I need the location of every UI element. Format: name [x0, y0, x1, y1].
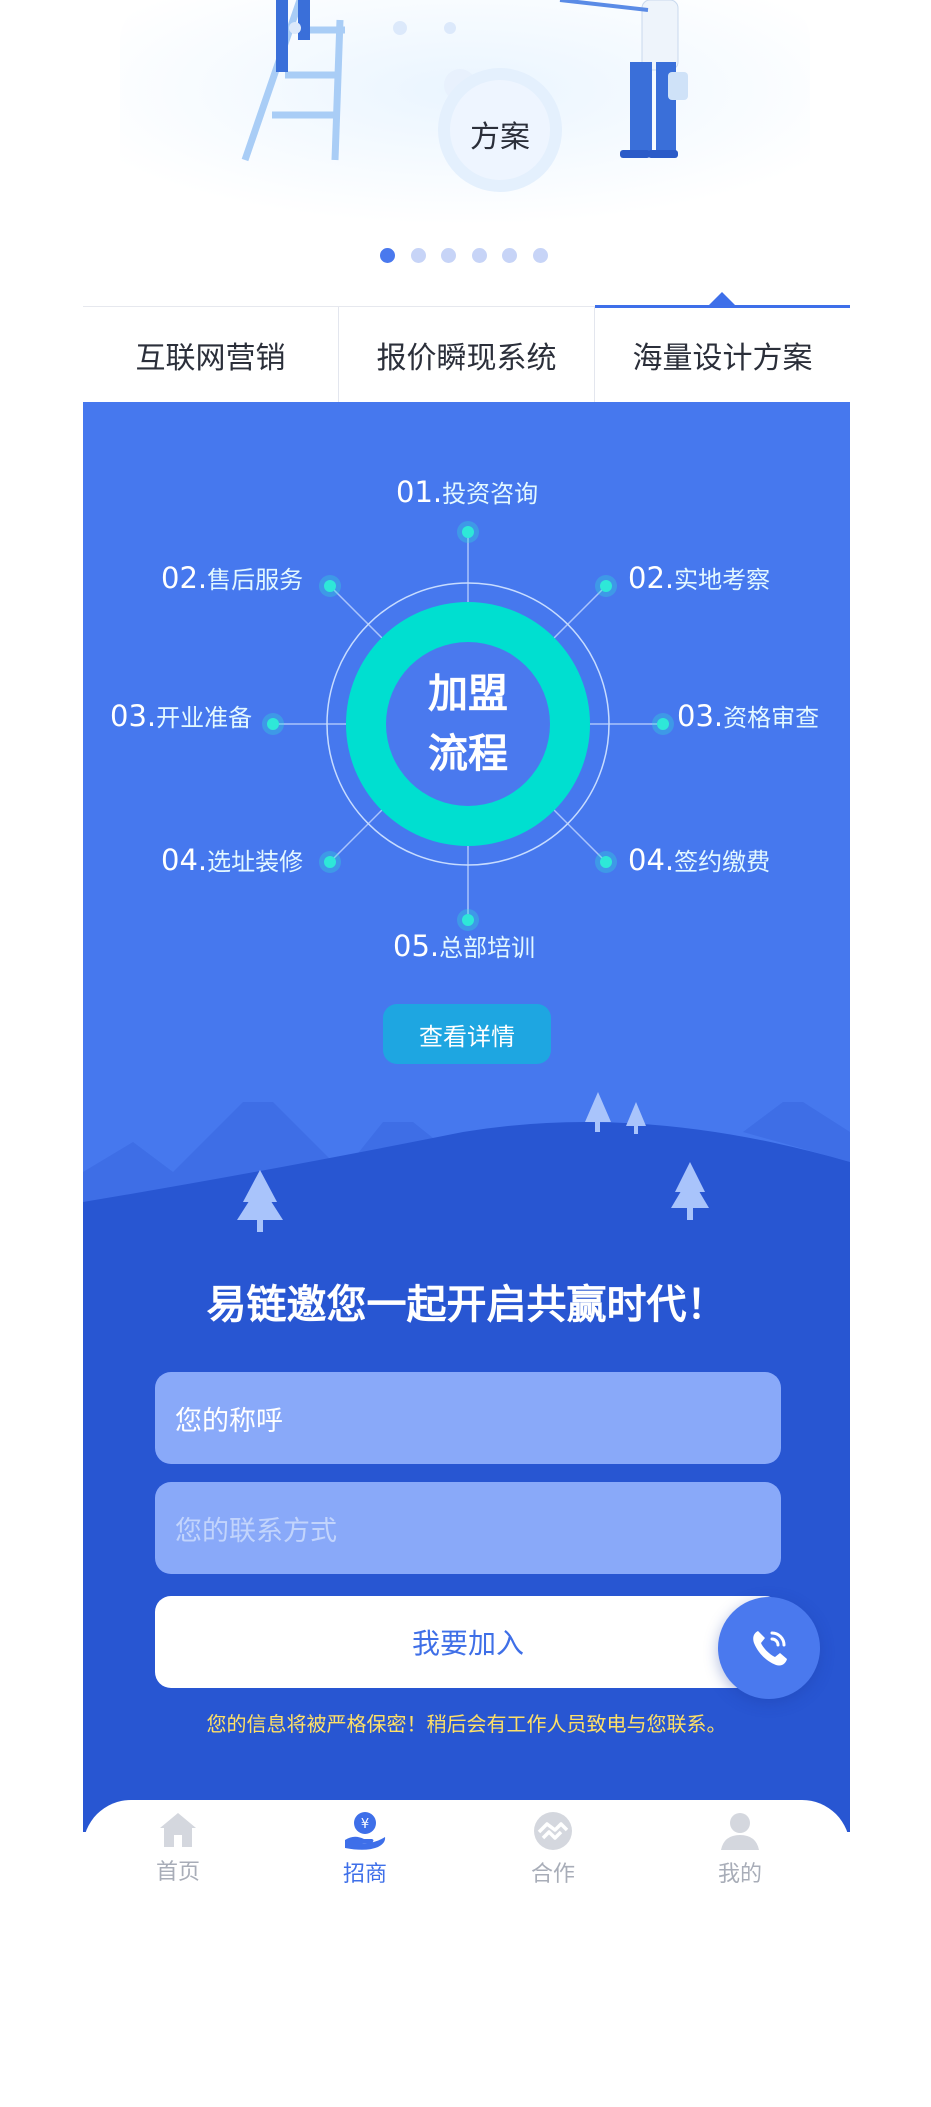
step-number: 02.: [161, 561, 208, 595]
svg-text:¥: ¥: [361, 1817, 369, 1832]
tab-label: 互联网营销: [135, 341, 286, 376]
feature-tabs: 互联网营销 报价瞬现系统 海量设计方案: [83, 292, 850, 403]
nav-label: 合作: [530, 1862, 575, 1887]
banner-caption: 方案: [470, 120, 530, 155]
nav-label: 我的: [717, 1862, 762, 1887]
process-step-after-sales: 02.售后服务: [161, 560, 303, 595]
contact-field-placeholder: 您的联系方式: [175, 1515, 337, 1547]
call-button[interactable]: [718, 1597, 820, 1699]
nav-cooperation[interactable]: 合作: [493, 1810, 613, 1888]
tab-active-arrow: [708, 292, 736, 306]
carousel-dot[interactable]: [441, 248, 456, 263]
step-text: 选址装修: [207, 848, 304, 876]
step-number: 04.: [161, 843, 208, 877]
step-text: 总部培训: [439, 934, 536, 962]
center-title-line1: 加盟: [428, 671, 508, 717]
tab-internet-marketing[interactable]: 互联网营销: [83, 307, 338, 403]
handshake-icon: [534, 1812, 572, 1850]
carousel-dot[interactable]: [533, 248, 548, 263]
nav-label: 首页: [155, 1860, 200, 1885]
join-button[interactable]: 我要加入: [155, 1596, 781, 1688]
process-step-site-visit: 02.实地考察: [628, 560, 770, 595]
step-number: 02.: [628, 561, 675, 595]
step-number: 01.: [396, 475, 443, 509]
step-text: 开业准备: [156, 704, 253, 732]
process-step-site-selection: 04.选址装修: [161, 842, 303, 877]
phone-icon: [753, 1631, 787, 1666]
carousel-dots: [380, 248, 560, 263]
step-number: 04.: [628, 843, 675, 877]
name-field-value: 您的称呼: [175, 1405, 283, 1437]
step-number: 03.: [677, 699, 724, 733]
carousel-dot[interactable]: [502, 248, 517, 263]
step-text: 投资咨询: [442, 480, 539, 508]
carousel-dot[interactable]: [472, 248, 487, 263]
step-text: 售后服务: [207, 566, 304, 594]
yen-hand-icon: ¥: [345, 1812, 386, 1850]
user-icon: [721, 1813, 759, 1850]
tab-label: 海量设计方案: [632, 341, 813, 376]
view-details-button[interactable]: 查看详情: [383, 1004, 551, 1064]
invite-title: 易链邀您一起开启共赢时代！: [206, 1282, 727, 1328]
tab-label: 报价瞬现系统: [376, 341, 557, 376]
step-number: 05.: [393, 929, 440, 963]
privacy-note: 您的信息将被严格保密！稍后会有工作人员致电与您联系。: [206, 1712, 727, 1736]
nav-investment[interactable]: ¥ 招商: [305, 1810, 425, 1888]
process-step-qualification-review: 03.资格审查: [677, 698, 819, 733]
carousel-dot[interactable]: [411, 248, 426, 263]
process-step-sign-and-pay: 04.签约缴费: [628, 842, 770, 877]
contact-field[interactable]: 您的联系方式: [155, 1482, 781, 1574]
tab-quote-system[interactable]: 报价瞬现系统: [339, 307, 594, 403]
tab-design-plans[interactable]: 海量设计方案: [595, 307, 850, 403]
process-center-title: 加盟 流程: [388, 664, 548, 784]
process-step-investment-consulting: 01.投资咨询: [396, 474, 538, 509]
banner-carousel[interactable]: 方案: [0, 0, 931, 300]
step-text: 资格审查: [723, 704, 820, 732]
nav-label: 招商: [342, 1862, 387, 1887]
nav-profile[interactable]: 我的: [680, 1810, 800, 1888]
step-text: 实地考察: [674, 566, 771, 594]
bottom-nav: 首页 ¥ 招商 合作 我的: [83, 1800, 850, 1920]
nav-home[interactable]: 首页: [118, 1810, 238, 1886]
step-text: 签约缴费: [674, 848, 771, 876]
center-title-line2: 流程: [428, 731, 508, 777]
carousel-dot[interactable]: [380, 248, 395, 263]
process-step-hq-training: 05.总部培训: [393, 928, 535, 963]
name-field[interactable]: 您的称呼: [155, 1372, 781, 1464]
home-icon: [160, 1813, 196, 1847]
step-number: 03.: [110, 699, 157, 733]
process-step-opening-prep: 03.开业准备: [110, 698, 252, 733]
